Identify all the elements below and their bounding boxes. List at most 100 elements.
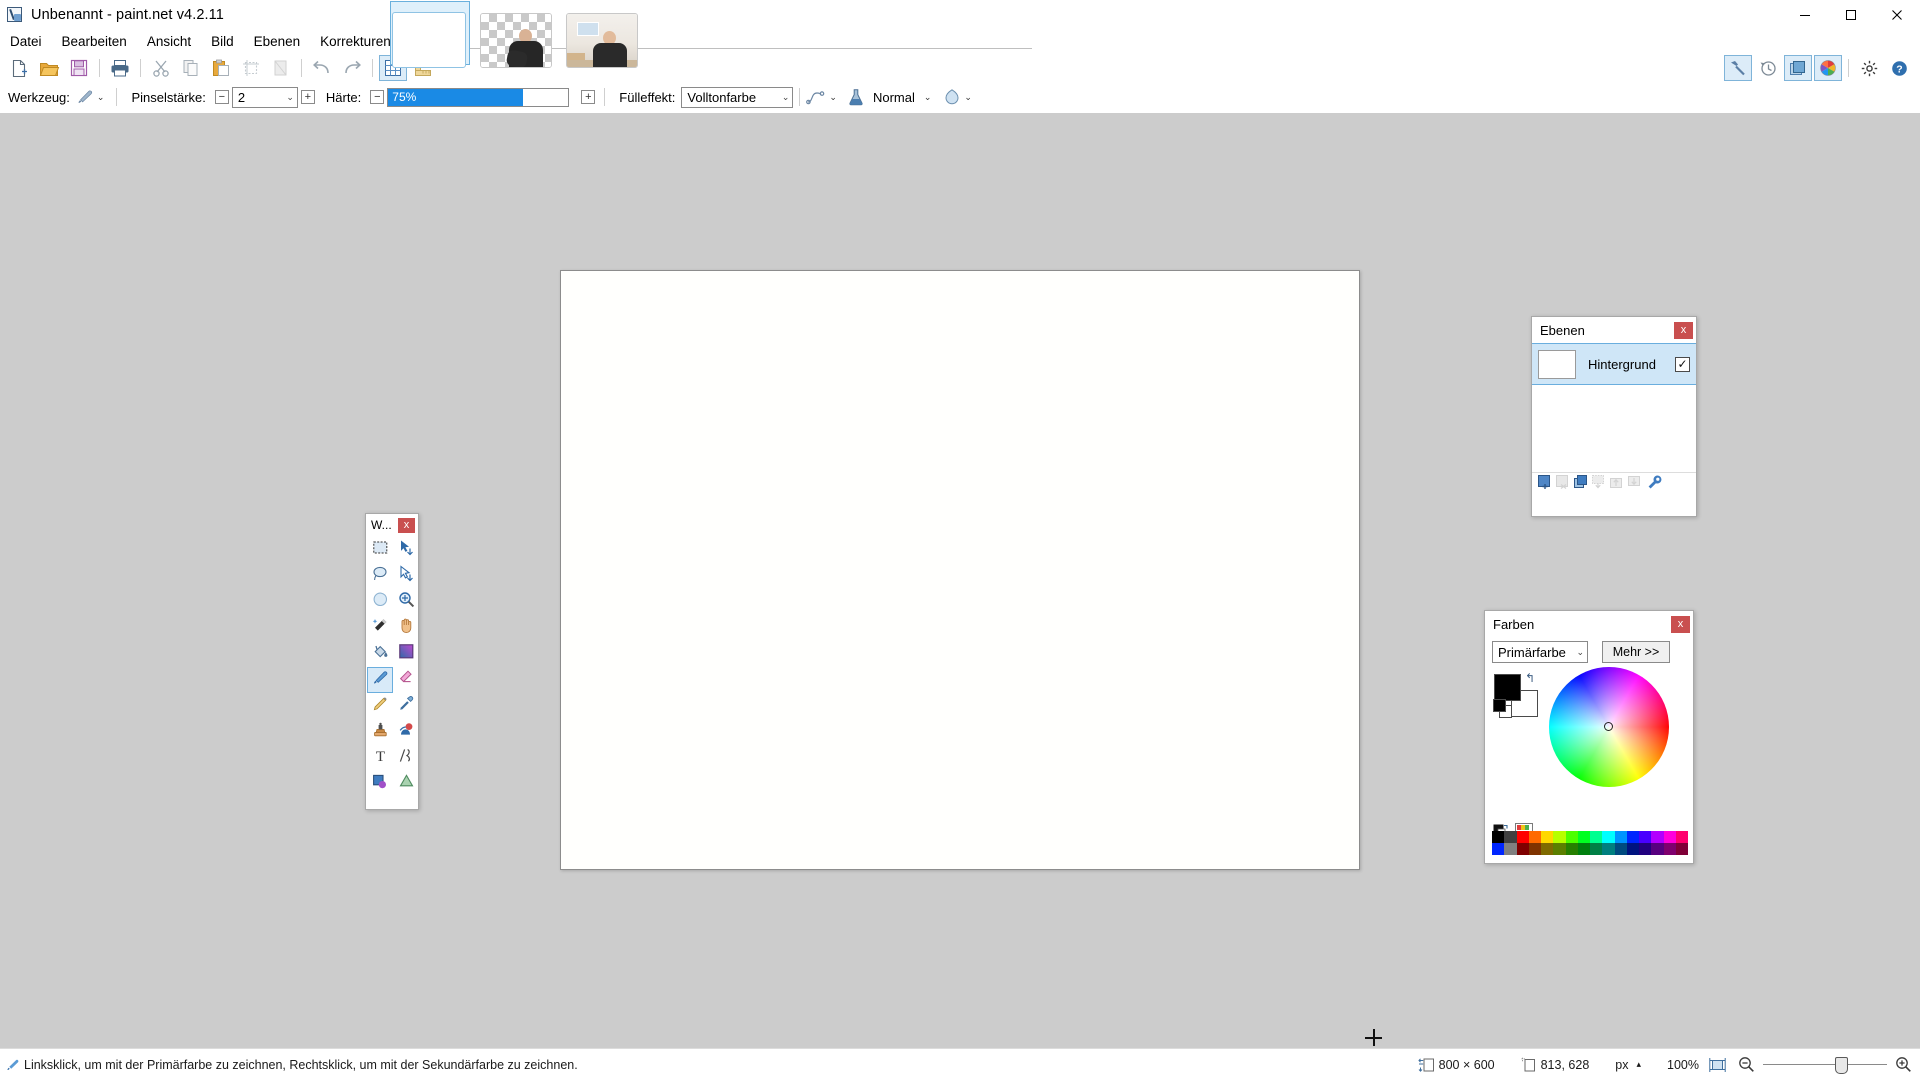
layer-visibility-checkbox[interactable]: ✓ [1675,356,1690,372]
tools-panel-close-button[interactable]: x [398,517,415,533]
menu-korrekturen[interactable]: Korrekturen [310,32,401,51]
layers-panel-close-button[interactable]: x [1674,321,1693,339]
zoom-in-button[interactable] [1895,1056,1912,1073]
palette-swatch [1516,831,1529,843]
wrench-icon[interactable] [1647,474,1663,495]
fill-effect-combo[interactable]: Volltonfarbe ⌄ [681,86,794,108]
sampling-caret-icon[interactable]: ⌄ [964,92,972,103]
colors-window-button[interactable] [1814,55,1842,81]
crop-to-selection-button[interactable] [237,55,265,81]
cut-button[interactable] [147,55,175,81]
brush-width-decrease-button[interactable]: − [214,90,229,104]
duplicate-layer-button[interactable] [1573,474,1589,495]
image-canvas[interactable] [560,270,1360,870]
print-button[interactable] [106,55,134,81]
layers-panel[interactable]: Ebenen x Hintergrund ✓ [1531,316,1697,517]
colors-panel-close-button[interactable]: x [1671,615,1690,633]
blend-mode-caret-icon[interactable]: ⌄ [924,92,932,103]
paintbrush-icon[interactable] [76,88,94,106]
tool-ellipse-select[interactable] [367,589,393,615]
sampling-blob-icon[interactable] [943,88,961,106]
tool-lasso-select[interactable] [367,563,393,589]
tools-window-button[interactable] [1724,55,1752,81]
antialiasing-icon[interactable] [806,89,826,105]
help-button[interactable]: ? [1885,55,1913,81]
menu-bild[interactable]: Bild [201,32,244,51]
zoom-slider[interactable] [1763,1056,1887,1074]
undo-button[interactable] [308,55,336,81]
delete-layer-button[interactable] [1555,474,1571,495]
tool-gradient[interactable] [393,641,419,667]
close-button[interactable] [1874,0,1920,30]
unit-selector[interactable]: px ▴ [1615,1058,1641,1072]
color-mode-combo[interactable]: Primärfarbe ⌄ [1492,641,1588,663]
tool-pan[interactable] [393,615,419,641]
tools-panel-header[interactable]: W... x [366,514,418,536]
brush-width-combo[interactable]: 2 ⌄ [231,86,298,108]
maximize-button[interactable] [1828,0,1874,30]
menu-datei[interactable]: Datei [0,32,52,51]
hardness-slider[interactable]: 75% [387,87,570,107]
redo-button[interactable] [338,55,366,81]
tool-eraser[interactable] [393,667,419,693]
color-wheel-marker[interactable] [1604,722,1613,731]
deselect-button[interactable] [267,55,295,81]
table-row[interactable]: Hintergrund ✓ [1532,343,1696,385]
tool-color-picker[interactable] [393,693,419,719]
swap-colors-icon[interactable]: ↰ [1525,671,1535,685]
reset-colors-primary-icon[interactable] [1493,699,1506,712]
tool-move-selected[interactable] [393,537,419,563]
tool-shapes[interactable] [393,771,419,797]
document-thumbnail-untitled[interactable] [392,12,466,68]
menu-ebenen[interactable]: Ebenen [244,32,311,51]
workspace[interactable] [0,113,1920,1048]
save-button[interactable] [65,55,93,81]
layers-list-empty-area[interactable] [1532,385,1696,472]
tool-dropdown-caret-icon[interactable]: ⌄ [97,92,105,103]
color-palette-strip[interactable] [1492,831,1688,855]
menu-bearbeiten[interactable]: Bearbeiten [52,32,137,51]
more-colors-button[interactable]: Mehr >> [1602,641,1670,663]
minimize-button[interactable] [1782,0,1828,30]
move-layer-down-button[interactable] [1627,474,1643,495]
colors-panel[interactable]: Farben x Primärfarbe ⌄ Mehr >> ↰ [1484,610,1694,864]
brush-width-increase-button[interactable]: + [300,90,315,104]
zoom-out-button[interactable] [1738,1056,1755,1073]
unit-caret-icon[interactable]: ▴ [1636,1059,1641,1070]
tool-move-selection[interactable] [393,563,419,589]
layers-panel-header[interactable]: Ebenen x [1532,317,1696,343]
history-window-button[interactable] [1754,55,1782,81]
layers-window-button[interactable] [1784,55,1812,81]
settings-button[interactable] [1855,55,1883,81]
tool-pencil[interactable] [367,693,393,719]
new-button[interactable] [5,55,33,81]
primary-color-swatch[interactable] [1494,674,1521,701]
move-layer-up-button[interactable] [1609,474,1625,495]
tools-panel[interactable]: W... x T [365,513,419,810]
paste-button[interactable] [207,55,235,81]
merge-down-button[interactable] [1591,474,1607,495]
zoom-slider-knob[interactable] [1835,1056,1848,1074]
tool-zoom[interactable] [393,589,419,615]
tool-paintbrush[interactable] [367,667,393,693]
antialiasing-caret-icon[interactable]: ⌄ [829,92,837,103]
menu-ansicht[interactable]: Ansicht [137,32,201,51]
hardness-decrease-button[interactable]: − [370,90,385,104]
document-thumbnail-transparent-person[interactable] [480,12,552,68]
tool-magic-wand[interactable] [367,615,393,641]
tool-text[interactable]: T [367,745,393,771]
tool-line-curve[interactable] [393,745,419,771]
tool-rectangle-select[interactable] [367,537,393,563]
tool-clone-stamp[interactable] [367,719,393,745]
tool-paint-bucket[interactable] [367,641,393,667]
document-thumbnail-room-person[interactable] [566,12,638,68]
tool-recolor[interactable] [393,719,419,745]
tool-rectangle-shape[interactable] [367,771,393,797]
colors-panel-header[interactable]: Farben x [1485,611,1693,637]
blend-flask-icon[interactable] [847,88,865,106]
fit-to-window-button[interactable] [1709,1057,1726,1073]
hardness-increase-button[interactable]: + [581,90,596,104]
open-button[interactable] [35,55,63,81]
add-layer-button[interactable] [1537,474,1553,495]
copy-button[interactable] [177,55,205,81]
